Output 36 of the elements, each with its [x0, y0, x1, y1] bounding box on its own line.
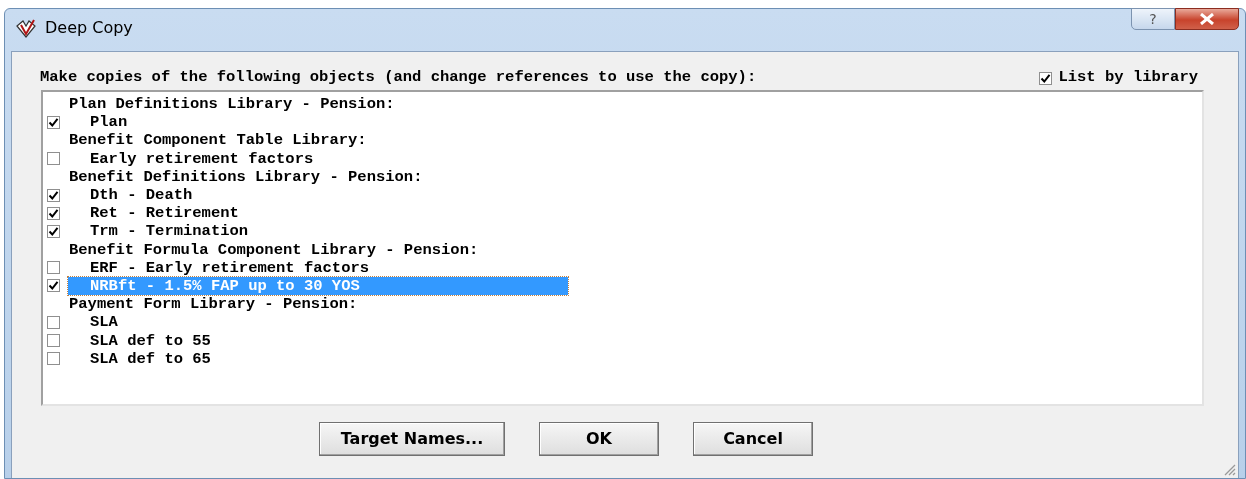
- object-item[interactable]: Dth - Death: [68, 186, 568, 205]
- instruction-text: Make copies of the following objects (and change references to use the copy):: [40, 67, 757, 88]
- object-item[interactable]: ERF - Early retirement factors: [68, 258, 568, 277]
- library-heading: Plan Definitions Library - Pension:: [68, 95, 395, 114]
- checkbox-label: List by library: [1058, 67, 1198, 89]
- list-by-library-checkbox[interactable]: [1039, 71, 1053, 85]
- app-icon: [15, 18, 37, 38]
- object-checkbox[interactable]: [47, 261, 60, 275]
- object-checkbox[interactable]: [47, 352, 60, 366]
- object-checkbox[interactable]: [47, 115, 60, 129]
- window-title: Deep Copy: [45, 17, 133, 39]
- dialog-button[interactable]: Target Names...: [319, 422, 505, 456]
- close-icon[interactable]: [1199, 13, 1215, 25]
- help-button[interactable]: ?: [1131, 8, 1175, 30]
- object-item[interactable]: Early retirement factors: [68, 149, 568, 168]
- library-heading: Payment Form Library - Pension:: [68, 295, 358, 314]
- resize-grip-icon[interactable]: [1222, 462, 1236, 476]
- dialog-button[interactable]: OK: [539, 422, 659, 456]
- library-heading: Benefit Formula Component Library - Pension:: [68, 240, 479, 259]
- object-checkbox[interactable]: [47, 188, 60, 202]
- object-checkbox[interactable]: [47, 152, 60, 166]
- object-item[interactable]: SLA def to 55: [68, 331, 568, 350]
- object-item[interactable]: SLA def to 65: [68, 349, 568, 368]
- library-heading: Benefit Definitions Library - Pension:: [68, 167, 423, 186]
- object-checkbox[interactable]: [47, 334, 60, 348]
- object-item[interactable]: Plan: [68, 113, 568, 132]
- object-checkbox[interactable]: [47, 224, 60, 238]
- object-checkbox[interactable]: [47, 206, 60, 220]
- object-checkbox[interactable]: [47, 315, 60, 329]
- object-item[interactable]: Trm - Termination: [68, 222, 568, 241]
- dialog-button[interactable]: Cancel: [693, 422, 813, 456]
- close-button[interactable]: [1175, 8, 1239, 30]
- library-heading: Benefit Component Table Library:: [68, 131, 367, 150]
- object-item[interactable]: SLA: [68, 313, 568, 332]
- object-item[interactable]: Ret - Retirement: [68, 204, 568, 223]
- object-checkbox[interactable]: [47, 279, 60, 293]
